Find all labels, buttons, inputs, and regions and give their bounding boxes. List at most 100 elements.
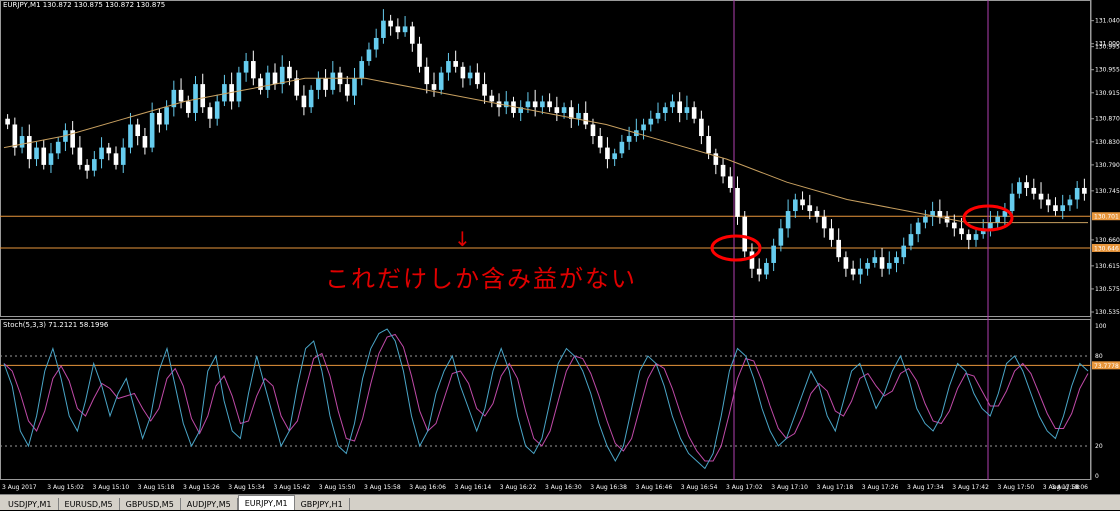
candle-body <box>287 66 292 79</box>
stoch-level-label: 80 <box>1095 353 1103 360</box>
candle-body <box>742 216 748 252</box>
candle-body <box>489 95 495 102</box>
candle-body <box>547 101 552 108</box>
stoch-main-line <box>3 328 1089 470</box>
candle-body <box>438 72 444 90</box>
time-label: 3 Aug 15:50 <box>319 484 356 491</box>
candle-body <box>655 112 661 119</box>
axis-layer: 130.701130.646131.040131.000130.995130.9… <box>2 18 1120 491</box>
candle-body <box>843 257 849 269</box>
tab-eurusd-m5[interactable]: EURUSD,M5 <box>59 498 120 510</box>
time-label: 3 Aug 16:06 <box>409 484 446 491</box>
candle-body <box>966 234 972 240</box>
time-label: 3 Aug 17:42 <box>952 484 989 491</box>
candle-body <box>1082 187 1087 194</box>
candle-body <box>778 228 784 246</box>
time-label: 3 Aug 15:10 <box>93 484 130 491</box>
candle-body <box>279 66 285 85</box>
candle-body <box>641 124 646 131</box>
candle-body <box>1060 205 1066 212</box>
price-label: 130.790 <box>1095 162 1120 169</box>
candle-body <box>460 66 466 79</box>
candle-body <box>937 211 943 217</box>
candle-body <box>836 239 841 258</box>
tab-usdjpy-m1[interactable]: USDJPY,M1 <box>2 498 59 510</box>
candle-body <box>106 147 112 154</box>
time-label: 3 Aug 15:34 <box>228 484 265 491</box>
candle-body <box>1053 205 1058 212</box>
candle-body <box>214 101 220 119</box>
candle-body <box>771 245 776 263</box>
candle-body <box>236 72 242 102</box>
candle-body <box>265 72 271 90</box>
candle-body <box>1031 187 1037 194</box>
time-label: 3 Aug 15:18 <box>138 484 175 491</box>
candle-body <box>995 216 1000 223</box>
moving-average-line <box>3 77 1088 224</box>
time-label: 3 Aug 17:26 <box>862 484 899 491</box>
time-label: 3 Aug 17:02 <box>726 484 763 491</box>
candle-body <box>207 107 213 119</box>
candle-body <box>120 147 126 165</box>
candle-body <box>467 72 473 79</box>
tab-audjpy-m5[interactable]: AUDJPY,M5 <box>181 498 238 510</box>
candle-body <box>735 187 740 217</box>
time-label: 3 Aug 16:54 <box>681 484 718 491</box>
candle-body <box>879 257 885 269</box>
candle-body <box>540 101 545 108</box>
candle-body <box>1024 182 1029 188</box>
candle-body <box>482 84 487 96</box>
candle-body <box>886 262 892 269</box>
annotation-note: これだけしか含み益がない <box>325 265 637 293</box>
candle-body <box>323 78 328 90</box>
price-label: 130.955 <box>1095 67 1120 74</box>
tab-eurjpy-m1[interactable]: EURJPY,M1 <box>237 495 295 510</box>
candle-body <box>915 222 921 235</box>
candle-body <box>92 159 97 171</box>
candle-body <box>503 101 509 108</box>
candle-body <box>720 164 726 177</box>
time-label: 3 Aug 16:38 <box>590 484 627 491</box>
candle-body <box>344 84 350 96</box>
candle-body <box>959 228 964 235</box>
price-line-tag-label-2: 130.646 <box>1094 245 1119 252</box>
candle-body <box>135 124 141 137</box>
candle-body <box>850 268 856 275</box>
candle-body <box>475 72 480 85</box>
candle-body <box>373 37 379 50</box>
candle-body <box>330 72 336 90</box>
candle-body <box>99 147 104 160</box>
candle-body <box>829 228 834 240</box>
candle-body <box>388 20 393 27</box>
candle-body <box>395 26 401 33</box>
price-label: 130.535 <box>1095 309 1120 316</box>
candle-body <box>590 124 596 137</box>
candle-body <box>19 136 25 148</box>
candle-body <box>258 78 263 90</box>
candle-body <box>605 147 610 160</box>
stoch-chart-frame <box>0 319 1091 480</box>
candle-body <box>561 107 567 113</box>
tab-gbpjpy-h1[interactable]: GBPJPY,H1 <box>295 498 350 510</box>
candle-body <box>554 107 560 113</box>
stoch-level-label: 20 <box>1095 443 1103 450</box>
candle-body <box>756 268 762 275</box>
candle-body <box>308 89 314 108</box>
candle-body <box>26 136 32 160</box>
candle-body <box>525 101 531 108</box>
chart-area[interactable]: 130.701130.646131.040131.000130.995130.9… <box>0 0 1120 494</box>
time-label: 3 Aug 15:26 <box>183 484 220 491</box>
tab-gbpusd-m5[interactable]: GBPUSD,M5 <box>120 498 181 510</box>
candle-body <box>626 136 632 142</box>
candle-body <box>807 205 813 212</box>
down-arrow-icon: ↓ <box>454 227 471 251</box>
time-label: 3 Aug 15:02 <box>47 484 84 491</box>
candle-body <box>706 136 711 154</box>
candle-body <box>532 101 538 108</box>
candle-body <box>858 268 863 275</box>
candle-body <box>1017 182 1022 194</box>
stoch-level-label: 0 <box>1095 473 1099 480</box>
candle-body <box>352 78 357 96</box>
candle-body <box>583 112 589 125</box>
candle-body <box>251 61 256 79</box>
